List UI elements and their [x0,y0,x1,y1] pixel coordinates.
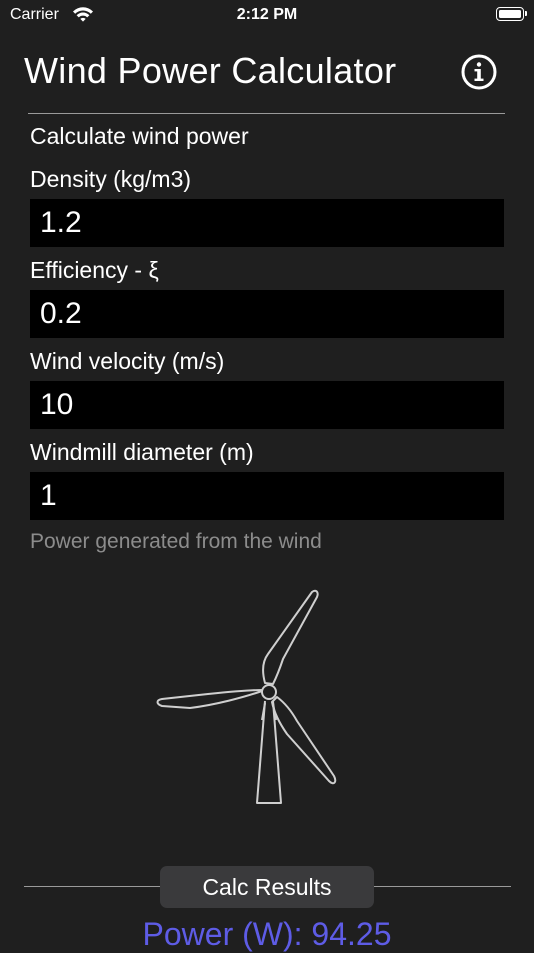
page-title: Wind Power Calculator [24,50,397,91]
calc-results-button[interactable]: Calc Results [160,866,374,908]
density-label: Density (kg/m3) [30,166,192,192]
efficiency-label: Efficiency - ξ [30,257,159,283]
velocity-field[interactable]: 10 [30,381,504,429]
power-result: Power (W): 94.25 [142,916,392,952]
bottom-divider-right [374,886,511,887]
result-hint: Power generated from the wind [30,530,322,553]
efficiency-field[interactable]: 0.2 [30,290,504,338]
battery-icon [496,7,527,21]
status-time: 2:12 PM [236,6,298,23]
density-field[interactable]: 1.2 [30,199,504,247]
status-bar: Carrier 2:12 PM [0,0,534,32]
velocity-label: Wind velocity (m/s) [30,348,225,374]
wind-turbine-icon [156,589,337,804]
diameter-label: Windmill diameter (m) [30,439,254,465]
section-title: Calculate wind power [30,123,249,149]
header-divider [28,113,505,114]
diameter-field[interactable]: 1 [30,472,504,520]
bottom-divider-left [24,886,160,887]
info-circle-icon[interactable] [460,53,498,91]
